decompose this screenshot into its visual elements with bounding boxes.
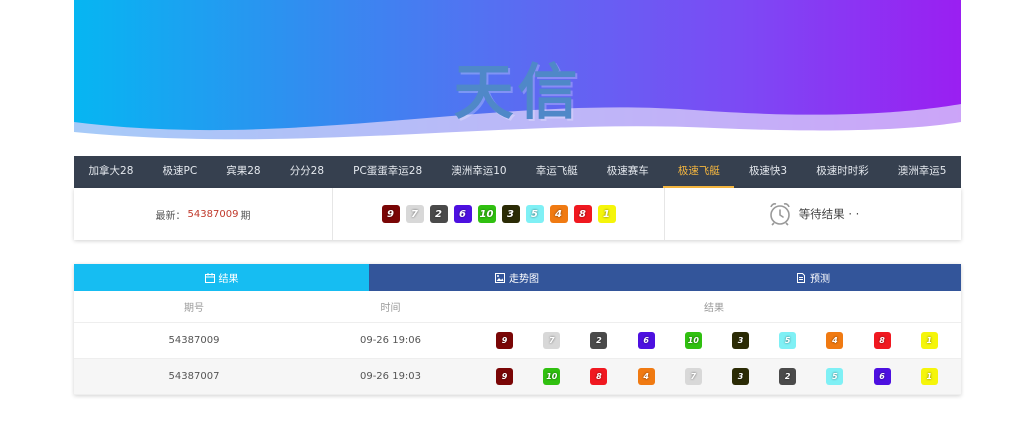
nav-item[interactable]: 澳洲幸运5 [883,156,961,188]
nav-item[interactable]: 极速时时彩 [802,156,884,188]
nav-item[interactable]: 极速赛车 [592,156,663,188]
number-ball-5: 5 [525,205,544,223]
number-ball-2: 2 [590,332,608,349]
nav-item[interactable]: 加拿大28 [74,156,148,188]
row-issue: 54387009 [168,335,220,346]
number-ball-4: 4 [826,332,844,349]
page-container: 天信 加拿大28 极速PC 宾果28 分分28 PC蛋蛋幸运28 澳洲幸运10 幸运飞艇 极速… [74,0,961,395]
latest-issue-number: 54387009 [187,208,239,220]
nav-item[interactable]: 极速快3 [734,156,801,188]
number-ball-4: 4 [637,368,655,385]
nav-item[interactable]: 宾果28 [212,156,275,188]
row-issue: 54387007 [168,371,220,382]
tab-prediction-label: 预测 [810,274,830,285]
number-ball-5: 5 [826,368,844,385]
number-ball-7: 7 [405,205,424,223]
header-result: 结果 [704,303,724,314]
number-ball-9: 9 [496,332,514,349]
row-numbers: 9 7 2 6 10 3 5 4 8 1 [467,332,961,349]
number-ball-3: 3 [732,368,750,385]
tab-results[interactable]: 结果 [74,264,369,291]
tab-trend-chart[interactable]: 走势图 [369,264,665,291]
number-ball-4: 4 [549,205,568,223]
calendar-icon [204,272,215,283]
nav-item[interactable]: 幸运飞艇 [521,156,592,188]
tab-prediction[interactable]: 预测 [665,264,961,291]
number-ball-1: 1 [597,205,616,223]
nav-item[interactable]: 极速飞艇 [663,156,735,188]
number-ball-9: 9 [381,205,400,223]
number-ball-7: 7 [543,332,561,349]
number-ball-6: 6 [453,205,472,223]
header-issue: 期号 [184,303,204,314]
number-ball-3: 3 [501,205,520,223]
results-header-row: 期号 时间 结果 [74,291,961,323]
number-ball-8: 8 [873,332,891,349]
latest-issue: 最新： 54387009 期 [74,188,333,240]
row-numbers: 9 10 8 4 7 3 2 5 6 1 [467,368,961,385]
number-ball-1: 1 [920,332,938,349]
latest-numbers: 9 7 2 6 10 3 5 4 8 1 [333,188,665,240]
number-ball-5: 5 [779,332,797,349]
nav-item[interactable]: 分分28 [275,156,338,188]
number-ball-10: 10 [477,205,496,223]
number-ball-8: 8 [590,368,608,385]
banner-title: 天信 [453,58,582,128]
results-panel: 结果 走势图 预测 期号 时间 结果 54387009 09-26 19:06 … [74,264,961,395]
number-ball-8: 8 [573,205,592,223]
number-ball-9: 9 [496,368,514,385]
latest-issue-suffix: 期 [240,210,251,222]
row-time: 09-26 19:03 [359,371,422,382]
table-row: 54387009 09-26 19:06 9 7 2 6 10 3 5 4 8 1 [74,323,961,359]
table-row: 54387007 09-26 19:03 9 10 8 4 7 3 2 5 6 1 [74,359,961,395]
number-ball-6: 6 [637,332,655,349]
number-ball-1: 1 [920,368,938,385]
results-body: 54387009 09-26 19:06 9 7 2 6 10 3 5 4 8 1 54387007 09… [74,323,961,395]
tab-results-label: 结果 [218,274,239,285]
number-ball-7: 7 [684,368,702,385]
nav-item[interactable]: 极速PC [148,156,212,188]
number-ball-2: 2 [429,205,448,223]
document-icon [797,272,805,283]
latest-issue-prefix: 最新： [155,210,186,222]
tab-trend-chart-label: 走势图 [509,274,539,285]
alarm-clock-icon [769,203,790,226]
number-ball-10: 10 [543,368,561,385]
image-icon [495,272,505,283]
lottery-nav: 加拿大28 极速PC 宾果28 分分28 PC蛋蛋幸运28 澳洲幸运10 幸运飞艇 极速赛车极… [74,156,961,188]
number-ball-10: 10 [684,332,702,349]
header-time: 时间 [380,303,401,314]
row-time: 09-26 19:06 [359,335,422,346]
number-ball-3: 3 [732,332,750,349]
latest-draw-panel: 最新： 54387009 期 9 7 2 6 10 3 5 4 8 1 等待结果 · · [74,188,961,240]
countdown-status: 等待结果 · · [665,188,961,240]
nav-item[interactable]: PC蛋蛋幸运28 [339,156,437,188]
status-text: 等待结果 · · [798,207,860,221]
number-ball-6: 6 [873,368,891,385]
banner: 天信 [74,0,961,156]
nav-item[interactable]: 澳洲幸运10 [437,156,521,188]
number-ball-2: 2 [779,368,797,385]
results-tabs: 结果 走势图 预测 [74,264,961,291]
